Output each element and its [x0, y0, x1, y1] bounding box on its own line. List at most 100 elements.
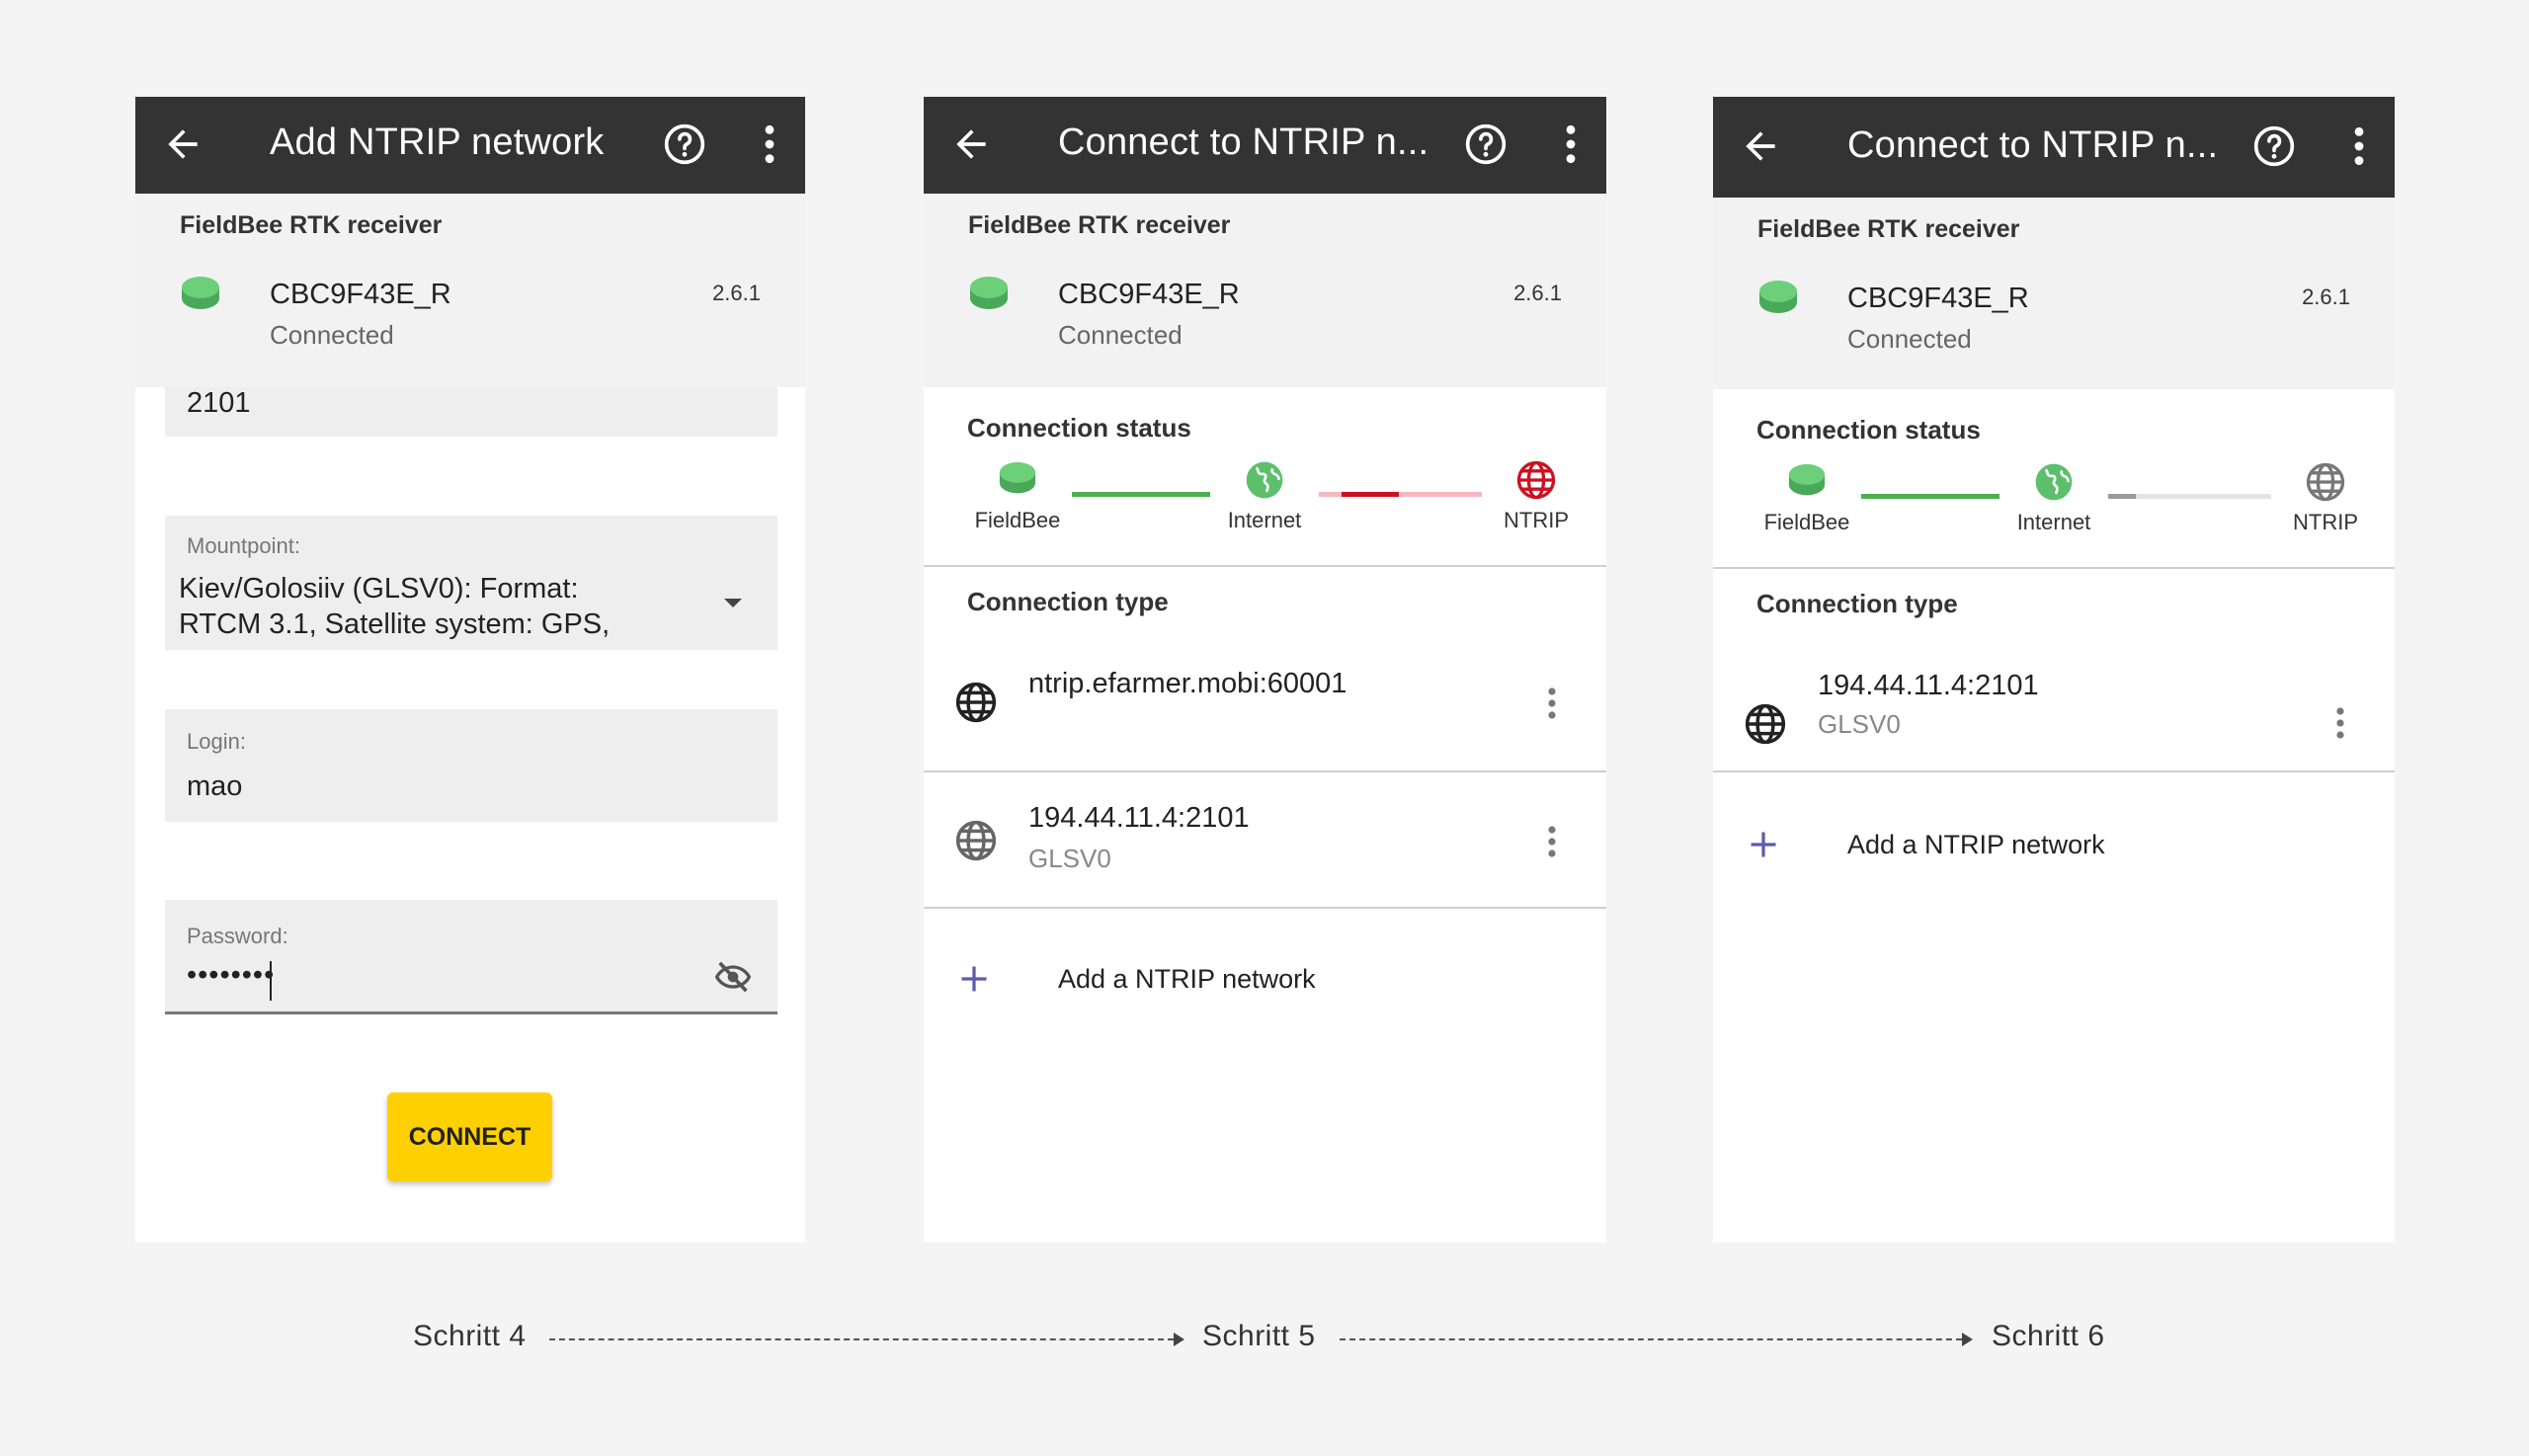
add-ntrip-network-button[interactable]: Add a NTRIP network — [924, 954, 1606, 1013]
more-vert-icon[interactable] — [2351, 124, 2367, 168]
network-name: ntrip.efarmer.mobi:60001 — [1028, 668, 1347, 699]
more-vert-icon[interactable] — [762, 122, 777, 166]
receiver-label: FieldBee RTK receiver — [968, 211, 1231, 239]
status-line-error-segment — [1342, 492, 1399, 497]
step-5-label: Schritt 5 — [1202, 1320, 1316, 1352]
receiver-status: Connected — [1058, 320, 1183, 350]
login-value: mao — [187, 770, 243, 802]
page-title: Connect to NTRIP n... — [1847, 124, 2219, 166]
add-ntrip-network-label: Add a NTRIP network — [1058, 964, 1316, 994]
arrow-right-icon — [1962, 1333, 1973, 1346]
help-icon[interactable] — [2252, 124, 2296, 168]
mountpoint-value: Kiev/Golosiiv (GLSV0): Format: RTCM 3.1,… — [179, 571, 693, 642]
add-ntrip-network-button[interactable]: Add a NTRIP network — [1713, 820, 2395, 879]
password-value: •••••••• — [187, 959, 276, 991]
globe-icon — [2306, 462, 2345, 502]
receiver-status: Connected — [1847, 324, 1972, 354]
login-label: Login: — [187, 729, 246, 754]
status-internet-label: Internet — [1227, 508, 1302, 532]
text-cursor — [270, 961, 272, 1001]
back-arrow-icon[interactable] — [949, 122, 993, 166]
status-fieldbee: FieldBee — [1753, 462, 1861, 535]
receiver-version: 2.6.1 — [2302, 284, 2350, 309]
connection-type-label: Connection type — [1756, 589, 1958, 618]
connect-button[interactable]: CONNECT — [387, 1092, 552, 1181]
globe-icon — [1516, 460, 1556, 500]
mountpoint-select[interactable]: Mountpoint: Kiev/Golosiiv (GLSV0): Forma… — [165, 516, 777, 650]
app-bar: Connect to NTRIP n... — [924, 97, 1606, 194]
receiver-icon — [999, 461, 1036, 494]
add-ntrip-network-label: Add a NTRIP network — [1847, 830, 2105, 859]
status-ntrip-label: NTRIP — [2293, 510, 2358, 534]
step-sequence: Schritt 4 Schritt 5 Schritt 6 — [0, 1314, 2529, 1363]
network-item[interactable]: ntrip.efarmer.mobi:60001 — [924, 650, 1606, 765]
help-icon[interactable] — [663, 122, 706, 166]
receiver-name: CBC9F43E_R — [1847, 283, 2029, 314]
help-icon[interactable] — [1464, 122, 1508, 166]
page-title: Connect to NTRIP n... — [1058, 121, 1429, 163]
receiver-name: CBC9F43E_R — [1058, 279, 1240, 310]
back-arrow-icon[interactable] — [1739, 124, 1782, 168]
status-ntrip: NTRIP — [2271, 462, 2380, 535]
earth-icon — [2035, 463, 2073, 501]
status-ntrip-label: NTRIP — [1504, 508, 1569, 532]
screen-connect-ntrip-connecting: Connect to NTRIP n... FieldBee RTK recei… — [1713, 97, 2395, 1243]
network-mountpoint: GLSV0 — [1028, 844, 1111, 873]
receiver-name: CBC9F43E_R — [270, 279, 451, 310]
arrow-right-icon — [1174, 1333, 1184, 1346]
divider — [1713, 770, 2395, 772]
connection-status-label: Connection status — [1756, 415, 1981, 445]
password-field[interactable]: Password: •••••••• — [165, 900, 777, 1014]
more-vert-icon[interactable] — [1563, 122, 1579, 166]
mountpoint-line-1: Kiev/Golosiiv (GLSV0): Format: — [179, 573, 579, 605]
status-ntrip: NTRIP — [1482, 460, 1591, 533]
step-connector — [1340, 1338, 1962, 1340]
receiver-icon — [1759, 281, 1797, 313]
password-label: Password: — [187, 924, 288, 948]
status-line-fieldbee-internet — [1861, 494, 1999, 499]
step-4-label: Schritt 4 — [413, 1320, 527, 1352]
receiver-card[interactable]: FieldBee RTK receiver CBC9F43E_R Connect… — [924, 194, 1606, 387]
port-field[interactable]: 2101 — [165, 387, 777, 437]
receiver-label: FieldBee RTK receiver — [180, 211, 443, 239]
network-mountpoint: GLSV0 — [1818, 709, 1901, 739]
receiver-version: 2.6.1 — [1513, 281, 1562, 305]
receiver-card[interactable]: FieldBee RTK receiver CBC9F43E_R Connect… — [135, 194, 805, 387]
port-value: 2101 — [187, 387, 251, 419]
more-vert-icon[interactable] — [1547, 824, 1557, 859]
receiver-icon — [1788, 463, 1826, 496]
dropdown-caret-icon[interactable] — [724, 599, 742, 607]
status-internet: Internet — [1999, 462, 2108, 535]
back-arrow-icon[interactable] — [161, 122, 204, 166]
globe-icon — [1745, 703, 1786, 745]
receiver-icon — [182, 277, 219, 309]
status-internet-label: Internet — [2016, 510, 2091, 534]
more-vert-icon[interactable] — [2335, 705, 2345, 741]
more-vert-icon[interactable] — [1547, 686, 1557, 721]
status-fieldbee: FieldBee — [963, 460, 1072, 533]
login-field[interactable]: Login: mao — [165, 709, 777, 822]
status-line-fieldbee-internet — [1072, 492, 1210, 497]
visibility-off-icon[interactable] — [710, 957, 756, 997]
mountpoint-line-2: RTCM 3.1, Satellite system: GPS, — [179, 608, 611, 640]
receiver-status: Connected — [270, 320, 394, 350]
step-connector — [549, 1338, 1174, 1340]
page-title: Add NTRIP network — [270, 121, 605, 163]
plus-icon — [1751, 832, 1776, 857]
receiver-card[interactable]: FieldBee RTK receiver CBC9F43E_R Connect… — [1713, 198, 2395, 389]
network-item[interactable]: 194.44.11.4:2101 GLSV0 — [1713, 650, 2395, 768]
mountpoint-label: Mountpoint: — [187, 533, 300, 558]
receiver-version: 2.6.1 — [712, 281, 761, 305]
receiver-icon — [970, 277, 1008, 309]
screen-add-ntrip-network: Add NTRIP network FieldBee RTK receiver … — [135, 97, 805, 1243]
status-fieldbee-label: FieldBee — [974, 508, 1061, 532]
connection-status-row: FieldBee Internet NTRIP — [1713, 462, 2395, 571]
plus-icon — [961, 966, 987, 992]
receiver-label: FieldBee RTK receiver — [1757, 215, 2020, 243]
network-name: 194.44.11.4:2101 — [1818, 670, 2039, 701]
network-item[interactable]: 194.44.11.4:2101 GLSV0 — [924, 772, 1606, 907]
step-6-label: Schritt 6 — [1992, 1320, 2105, 1352]
connection-type-label: Connection type — [967, 587, 1169, 616]
divider — [924, 565, 1606, 567]
app-bar: Add NTRIP network — [135, 97, 805, 194]
